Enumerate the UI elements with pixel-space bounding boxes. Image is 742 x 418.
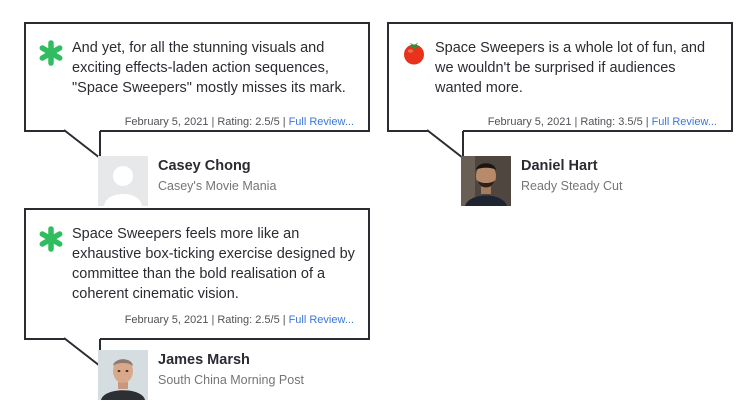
review-rating: Rating: 2.5/5 bbox=[217, 314, 280, 326]
full-review-link[interactable]: Full Review... bbox=[289, 116, 354, 128]
critic-publication[interactable]: Casey's Movie Mania bbox=[158, 179, 276, 193]
review-date: February 5, 2021 bbox=[487, 116, 572, 128]
meta-separator: | bbox=[282, 314, 286, 326]
bubble-tail bbox=[63, 129, 101, 161]
review-meta: February 5, 2021 | Rating: 2.5/5 | Full Revi… bbox=[125, 313, 354, 327]
critic-publication[interactable]: Ready Steady Cut bbox=[521, 179, 622, 193]
review-rating: Rating: 3.5/5 bbox=[580, 116, 643, 128]
review-quote: And yet, for all the stunning visuals an… bbox=[72, 40, 346, 96]
review-date: February 5, 2021 bbox=[124, 116, 209, 128]
critic-avatar-photo[interactable] bbox=[461, 156, 511, 206]
review-card: Space Sweepers is a whole lot of fun, an… bbox=[387, 22, 733, 206]
review-card: And yet, for all the stunning visuals an… bbox=[24, 22, 370, 206]
full-review-link[interactable]: Full Review... bbox=[289, 314, 354, 326]
rotten-splat-icon bbox=[39, 226, 63, 252]
review-meta: February 5, 2021 | Rating: 2.5/5 | Full Revi… bbox=[125, 115, 354, 129]
critic-portrait bbox=[461, 156, 511, 206]
critic-name[interactable]: Daniel Hart bbox=[521, 158, 598, 174]
critic-name[interactable]: James Marsh bbox=[158, 352, 250, 368]
critic-portrait bbox=[98, 350, 148, 400]
meta-separator: | bbox=[282, 116, 286, 128]
critic-publication[interactable]: South China Morning Post bbox=[158, 373, 304, 387]
review-bubble: Space Sweepers is a whole lot of fun, an… bbox=[387, 22, 733, 132]
review-quote: Space Sweepers feels more like an exhaus… bbox=[72, 226, 355, 302]
review-card: Space Sweepers feels more like an exhaus… bbox=[24, 208, 370, 400]
meta-separator: | bbox=[645, 116, 649, 128]
critic-avatar-photo[interactable] bbox=[98, 350, 148, 400]
full-review-link[interactable]: Full Review... bbox=[652, 116, 717, 128]
rotten-splat-icon bbox=[39, 40, 63, 66]
critic-name[interactable]: Casey Chong bbox=[158, 158, 251, 174]
meta-separator: | bbox=[211, 116, 215, 128]
bubble-tail bbox=[426, 129, 464, 161]
review-meta: February 5, 2021 | Rating: 3.5/5 | Full Revi… bbox=[488, 115, 717, 129]
review-date: February 5, 2021 bbox=[124, 314, 209, 326]
review-quote: Space Sweepers is a whole lot of fun, an… bbox=[435, 40, 706, 96]
meta-separator: | bbox=[574, 116, 578, 128]
review-bubble: Space Sweepers feels more like an exhaus… bbox=[24, 208, 370, 340]
review-bubble: And yet, for all the stunning visuals an… bbox=[24, 22, 370, 132]
fresh-tomato-icon bbox=[404, 42, 424, 65]
meta-separator: | bbox=[211, 314, 215, 326]
review-rating: Rating: 2.5/5 bbox=[217, 116, 280, 128]
default-user-icon bbox=[104, 166, 142, 206]
avatar-placeholder[interactable] bbox=[98, 156, 148, 206]
